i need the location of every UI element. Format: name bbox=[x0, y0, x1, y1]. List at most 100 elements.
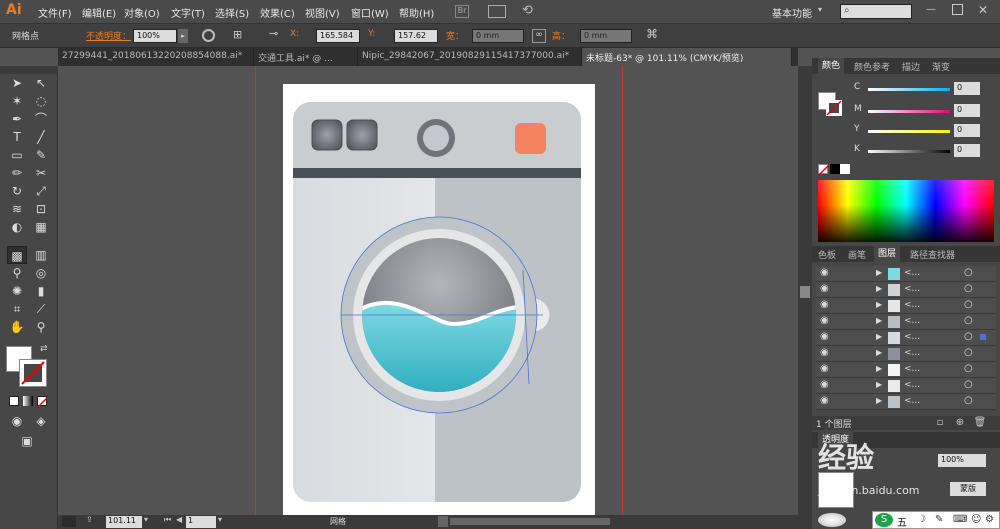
target-icon[interactable]: ○ bbox=[964, 267, 973, 278]
ime-settings-icon[interactable]: ⚙ bbox=[985, 514, 994, 525]
direct-selection-tool-icon[interactable]: ↖ bbox=[31, 74, 51, 92]
symbol-sprayer-tool-icon[interactable]: ✺ bbox=[7, 282, 27, 300]
selection-tool-icon[interactable]: ➤ bbox=[7, 74, 27, 92]
eye-icon[interactable]: ◉ bbox=[820, 379, 829, 390]
opacity-label[interactable]: 不透明度： bbox=[86, 29, 131, 42]
tab-brushes[interactable]: 画笔 bbox=[848, 248, 866, 261]
channel-c-input[interactable]: 0 bbox=[954, 82, 980, 95]
ime-mode[interactable]: 五 bbox=[897, 514, 907, 529]
tab-document-2[interactable]: 交通工具.ai* @ ... bbox=[254, 48, 358, 66]
mesh-tool-icon[interactable]: ▩ bbox=[7, 246, 27, 264]
eyedropper-tool-icon[interactable]: ⚲ bbox=[7, 264, 27, 282]
channel-k-slider[interactable] bbox=[868, 150, 950, 153]
eye-icon[interactable]: ◉ bbox=[820, 267, 829, 278]
layer-row[interactable]: ◉ ▶ <... ○ bbox=[816, 314, 996, 330]
menu-window[interactable]: 窗口(W) bbox=[351, 5, 389, 20]
screen-mode-icon[interactable]: ▣ bbox=[17, 432, 37, 450]
expand-arrow-icon[interactable]: ▶ bbox=[876, 300, 882, 309]
channel-c-slider[interactable] bbox=[868, 88, 950, 91]
target-icon[interactable]: ○ bbox=[964, 283, 973, 294]
transform-icon[interactable]: ⌘ bbox=[646, 27, 658, 41]
eye-icon[interactable]: ◉ bbox=[820, 363, 829, 374]
tab-document-active[interactable]: 未标题-63* @ 101.11% (CMYK/预览) bbox=[582, 48, 792, 66]
draw-behind-icon[interactable]: ◈ bbox=[31, 412, 51, 430]
warp-tool-icon[interactable]: ≋ bbox=[7, 200, 27, 218]
line-tool-icon[interactable]: ╱ bbox=[31, 128, 51, 146]
rectangle-tool-icon[interactable]: ▭ bbox=[7, 146, 27, 164]
menu-type[interactable]: 文字(T) bbox=[171, 5, 205, 20]
expand-arrow-icon[interactable]: ▶ bbox=[876, 396, 882, 405]
trash-icon[interactable]: 🗑 bbox=[972, 416, 988, 430]
zoom-dropdown-icon[interactable]: ▾ bbox=[144, 515, 148, 524]
target-icon[interactable]: ○ bbox=[964, 315, 973, 326]
scroll-thumb[interactable] bbox=[800, 286, 810, 298]
tab-swatches[interactable]: 色板 bbox=[818, 248, 836, 261]
eye-icon[interactable]: ◉ bbox=[820, 283, 829, 294]
washing-machine-illustration[interactable] bbox=[283, 84, 595, 515]
eye-icon[interactable]: ◉ bbox=[820, 315, 829, 326]
black-swatch[interactable] bbox=[830, 164, 840, 174]
layer-row[interactable]: ◉ ▶ <... ○ bbox=[816, 378, 996, 394]
layer-row[interactable]: ◉ ▶ <... ○ bbox=[816, 346, 996, 362]
draw-mode-icon[interactable]: ◉ bbox=[7, 412, 27, 430]
status-menu-icon[interactable] bbox=[62, 516, 76, 527]
swap-fill-stroke-icon[interactable]: ⇄ bbox=[40, 344, 48, 354]
share-icon[interactable]: ⇪ bbox=[86, 515, 93, 524]
expand-arrow-icon[interactable]: ▶ bbox=[876, 332, 882, 341]
transparency-opacity-input[interactable]: 100% bbox=[938, 454, 986, 467]
x-input[interactable]: 165.584 bbox=[316, 29, 360, 43]
artboard-number-input[interactable]: 1 bbox=[186, 516, 216, 528]
arrange-documents-icon[interactable] bbox=[488, 5, 506, 18]
maximize-button[interactable] bbox=[952, 4, 963, 15]
menu-help[interactable]: 帮助(H) bbox=[399, 5, 434, 20]
tab-stroke[interactable]: 描边 bbox=[902, 60, 920, 73]
layer-row[interactable]: ◉ ▶ <... ○ bbox=[816, 266, 996, 282]
tab-gradient[interactable]: 渐变 bbox=[932, 60, 950, 73]
gradient-tool-icon[interactable]: ▥ bbox=[31, 246, 51, 264]
bridge-icon[interactable]: Br bbox=[455, 5, 469, 18]
color-mode-icon[interactable] bbox=[9, 396, 19, 406]
artboard-dropdown-icon[interactable]: ▾ bbox=[218, 515, 222, 524]
menu-object[interactable]: 对象(O) bbox=[124, 5, 160, 20]
new-sublayer-icon[interactable]: ▫ bbox=[932, 416, 948, 430]
reference-point-icon[interactable]: ⊸ bbox=[269, 27, 278, 40]
sync-icon[interactable]: ⟲ bbox=[522, 3, 533, 18]
align-to-icon[interactable]: ⊞ bbox=[233, 28, 242, 41]
layer-row[interactable]: ◉ ▶ <... ○ bbox=[816, 298, 996, 314]
color-spectrum[interactable] bbox=[818, 180, 994, 242]
channel-m-slider[interactable] bbox=[868, 110, 950, 113]
free-transform-tool-icon[interactable]: ⊡ bbox=[31, 200, 51, 218]
target-icon[interactable]: ○ bbox=[964, 331, 973, 342]
opacity-dropdown-icon[interactable]: ▸ bbox=[178, 29, 188, 43]
channel-k-input[interactable]: 0 bbox=[954, 144, 980, 157]
eye-icon[interactable]: ◉ bbox=[820, 299, 829, 310]
expand-arrow-icon[interactable]: ▶ bbox=[876, 268, 882, 277]
color-stroke-swatch[interactable] bbox=[826, 100, 842, 116]
menu-edit[interactable]: 编辑(E) bbox=[82, 5, 116, 20]
menu-select[interactable]: 选择(S) bbox=[215, 5, 249, 20]
chevron-down-icon[interactable]: ▾ bbox=[818, 5, 822, 14]
layer-row[interactable]: ◉ ▶ <... ○ bbox=[816, 394, 996, 410]
tab-color[interactable]: 颜色 bbox=[818, 58, 845, 74]
tab-layers[interactable]: 图层 bbox=[874, 246, 901, 262]
zoom-input[interactable]: 101.11 bbox=[106, 516, 142, 528]
make-mask-button[interactable]: 蒙版 bbox=[950, 482, 986, 496]
expand-arrow-icon[interactable]: ▶ bbox=[876, 348, 882, 357]
search-input[interactable]: ⌕ bbox=[840, 4, 912, 19]
type-tool-icon[interactable]: T bbox=[7, 128, 27, 146]
tab-document-3[interactable]: Nipic_29842067_20190829115417377000.ai* bbox=[358, 48, 582, 66]
ime-logo-icon[interactable]: S bbox=[875, 513, 893, 527]
prev-artboard-icon[interactable]: ◀ bbox=[176, 515, 182, 524]
tab-color-guide[interactable]: 颜色参考 bbox=[854, 60, 890, 73]
target-icon[interactable]: ○ bbox=[964, 363, 973, 374]
target-icon[interactable]: ○ bbox=[964, 347, 973, 358]
none-swatch-icon[interactable] bbox=[818, 164, 830, 176]
ime-punctuation-icon[interactable]: ☽ bbox=[917, 514, 926, 525]
selection-indicator[interactable] bbox=[980, 334, 986, 340]
horizontal-scrollbar[interactable] bbox=[450, 518, 610, 525]
magic-wand-tool-icon[interactable]: ✶ bbox=[7, 92, 27, 110]
target-icon[interactable]: ○ bbox=[964, 299, 973, 310]
pen-tool-icon[interactable]: ✒ bbox=[7, 110, 27, 128]
minimize-button[interactable]: — bbox=[926, 4, 936, 15]
link-icon[interactable]: ∞ bbox=[532, 29, 546, 43]
